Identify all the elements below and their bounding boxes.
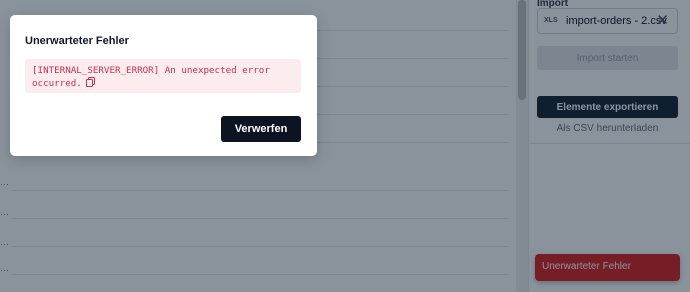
copy-icon[interactable] (85, 77, 95, 91)
error-message-box: [INTERNAL_SERVER_ERROR] An unexpected er… (25, 59, 301, 93)
error-message: [INTERNAL_SERVER_ERROR] An unexpected er… (32, 64, 294, 91)
dismiss-button[interactable]: Verwerfen (221, 116, 301, 142)
error-message-text: [INTERNAL_SERVER_ERROR] An unexpected er… (32, 65, 270, 89)
error-dialog: Unerwarteter Fehler [INTERNAL_SERVER_ERR… (10, 15, 317, 156)
dialog-title: Unerwarteter Fehler (25, 35, 129, 47)
